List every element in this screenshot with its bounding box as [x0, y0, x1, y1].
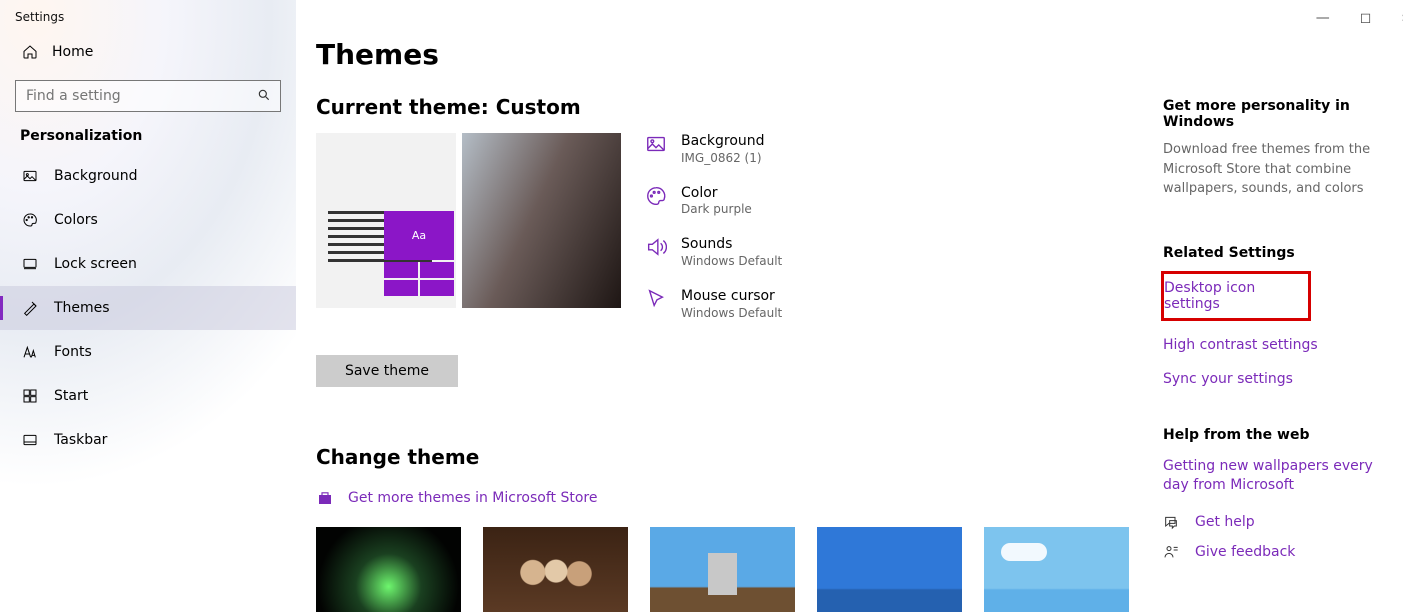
sidebar-item-lock-screen[interactable]: Lock screen	[0, 242, 296, 286]
sidebar: Settings Home Personalization Background…	[0, 0, 296, 569]
help-heading: Help from the web	[1163, 427, 1383, 443]
right-panel: — ◻ › Get more personality in Windows Do…	[1163, 24, 1403, 569]
category-label: Personalization	[0, 128, 296, 154]
main-content: Themes Current theme: Custom Aa Backgrou…	[296, 0, 1403, 569]
sidebar-item-start[interactable]: Start	[0, 374, 296, 418]
preview-tile: Aa	[384, 211, 454, 260]
help-link-wallpapers[interactable]: Getting new wallpapers every day from Mi…	[1163, 457, 1383, 496]
change-theme-heading: Change theme	[316, 445, 1133, 469]
home-label: Home	[52, 44, 93, 60]
minimize-button[interactable]: —	[1316, 10, 1330, 26]
chat-icon	[1163, 514, 1179, 530]
cursor-icon	[645, 288, 667, 310]
theme-thumb[interactable]	[817, 527, 962, 612]
current-theme-label: Current theme: Custom	[316, 95, 1133, 119]
themes-icon	[22, 300, 38, 316]
theme-option-color[interactable]: ColorDark purple	[645, 185, 782, 219]
give-feedback-link[interactable]: Give feedback	[1163, 544, 1383, 560]
sidebar-item-colors[interactable]: Colors	[0, 198, 296, 242]
start-icon	[22, 388, 38, 404]
fonts-icon	[22, 344, 38, 360]
theme-option-background[interactable]: BackgroundIMG_0862 (1)	[645, 133, 782, 167]
theme-thumb[interactable]	[483, 527, 628, 612]
picture-icon	[645, 133, 667, 155]
taskbar-icon	[22, 432, 38, 448]
theme-option-cursor[interactable]: Mouse cursorWindows Default	[645, 288, 782, 322]
preview-desktop: Aa	[316, 133, 456, 308]
preview-wallpaper	[462, 133, 621, 308]
maximize-button[interactable]: ◻	[1360, 10, 1372, 26]
related-link-high-contrast[interactable]: High contrast settings	[1163, 337, 1383, 353]
search-container	[15, 80, 281, 112]
theme-thumb[interactable]	[650, 527, 795, 612]
store-icon	[316, 489, 334, 507]
store-link[interactable]: Get more themes in Microsoft Store	[316, 489, 597, 507]
get-help-link[interactable]: Get help	[1163, 514, 1383, 530]
home-icon	[22, 44, 38, 60]
personality-heading: Get more personality in Windows	[1163, 98, 1383, 130]
theme-thumb[interactable]	[316, 527, 461, 612]
related-link-sync[interactable]: Sync your settings	[1163, 371, 1383, 387]
window-title: Settings	[0, 0, 296, 34]
theme-option-sounds[interactable]: SoundsWindows Default	[645, 236, 782, 270]
home-nav[interactable]: Home	[0, 34, 296, 70]
page-title: Themes	[316, 38, 1133, 71]
personality-text: Download free themes from the Microsoft …	[1163, 140, 1383, 199]
palette-icon	[645, 185, 667, 207]
theme-thumbnails	[316, 527, 1133, 612]
theme-preview: Aa	[316, 133, 621, 308]
sidebar-item-taskbar[interactable]: Taskbar	[0, 418, 296, 462]
save-theme-button[interactable]: Save theme	[316, 355, 458, 387]
related-link-desktop-icons[interactable]: Desktop icon settings	[1161, 271, 1311, 321]
theme-thumb[interactable]	[984, 527, 1129, 612]
sidebar-item-fonts[interactable]: Fonts	[0, 330, 296, 374]
search-input[interactable]	[15, 80, 281, 112]
sound-icon	[645, 236, 667, 258]
lock-screen-icon	[22, 256, 38, 272]
palette-icon	[22, 212, 38, 228]
sidebar-item-themes[interactable]: Themes	[0, 286, 296, 330]
feedback-icon	[1163, 544, 1179, 560]
sidebar-item-background[interactable]: Background	[0, 154, 296, 198]
search-icon	[257, 88, 271, 102]
picture-icon	[22, 168, 38, 184]
related-heading: Related Settings	[1163, 245, 1383, 261]
